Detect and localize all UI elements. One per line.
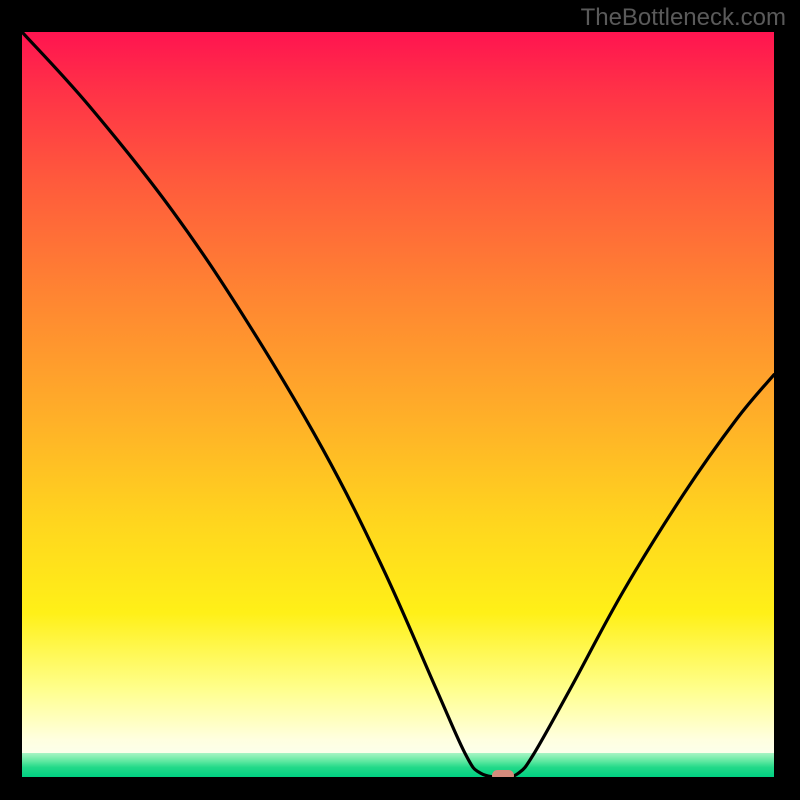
attribution-watermark: TheBottleneck.com (581, 4, 786, 32)
bottleneck-curve (22, 32, 774, 777)
sweet-spot-marker (492, 770, 514, 777)
bottleneck-chart (22, 32, 774, 777)
